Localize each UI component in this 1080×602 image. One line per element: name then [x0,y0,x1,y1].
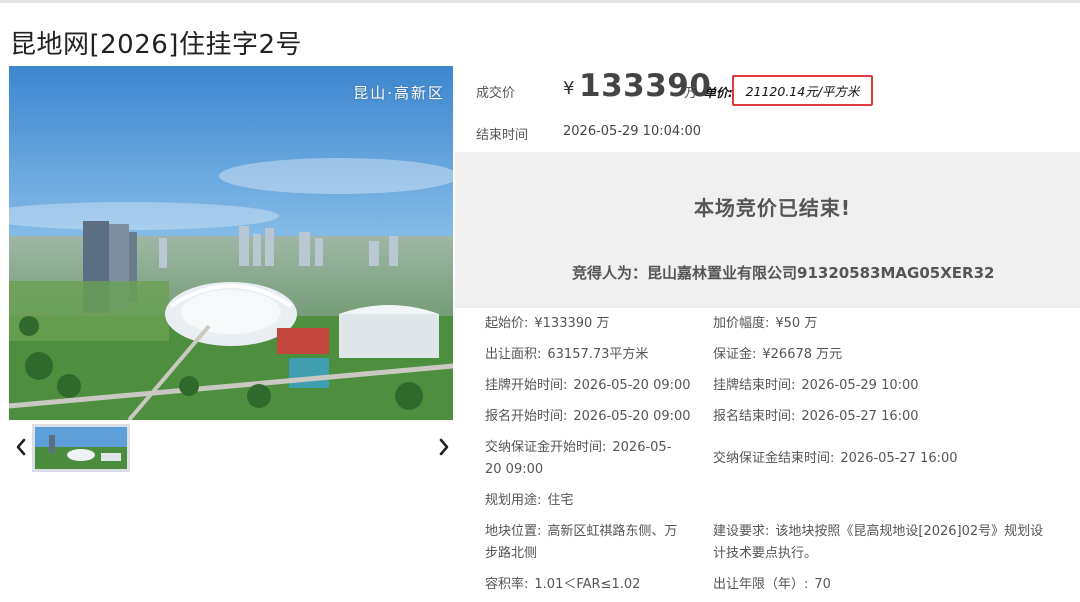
deposit-start-value-line1: 2026-05- [612,440,672,455]
chevron-right-icon [439,438,449,456]
signup-end-row: 报名结束时间: 2026-05-27 16:00 [713,406,919,428]
requirement-row: 建设要求: 该地块按照《昆高规地设[2026]02号》规划设 计技术要点执行。 [713,521,1043,565]
deal-price-unit: 万 [684,86,698,101]
usage-row: 规划用途: 住宅 [485,490,573,512]
start-price-label: 起始价: [485,316,529,331]
deposit-start-label: 交纳保证金开始时间: [485,440,607,455]
deposit-end-value: 2026-05-27 16:00 [840,451,958,466]
increment-value: ¥50 万 [775,316,818,331]
term-row: 出让年限（年）: 70 [713,574,831,596]
listing-start-value: 2026-05-20 09:00 [573,378,691,393]
location-value-line1: 高新区虹祺路东侧、万 [547,524,678,539]
listing-start-label: 挂牌开始时间: [485,378,568,393]
increment-row: 加价幅度: ¥50 万 [713,313,817,335]
deposit-end-row: 交纳保证金结束时间: 2026-05-27 16:00 [713,448,958,470]
auction-result-panel: 本场竞价已结束! 竞得人为：昆山嘉林置业有限公司91320583MAG05XER… [455,152,1080,308]
term-value: 70 [814,577,831,592]
area-value: 63157.73平方米 [547,347,649,362]
listing-start-row: 挂牌开始时间: 2026-05-20 09:00 [485,375,691,397]
thumbnail-image [35,427,127,469]
listing-end-label: 挂牌结束时间: [713,378,796,393]
far-value: 1.01＜FAR≤1.02 [534,577,641,592]
signup-end-label: 报名结束时间: [713,409,796,424]
photo-watermark-text: 昆山·高新区 [353,84,445,102]
top-divider [0,0,1080,3]
increment-label: 加价幅度: [713,316,770,331]
main-photo[interactable]: 昆山·高新区 [9,66,453,420]
far-label: 容积率: [485,577,529,592]
far-row: 容积率: 1.01＜FAR≤1.02 [485,574,640,596]
chevron-left-icon [16,438,26,456]
usage-value: 住宅 [547,493,574,508]
unit-price-label: 单价: [704,86,733,100]
signup-end-value: 2026-05-27 16:00 [801,409,919,424]
requirement-value-line1: 该地块按照《昆高规地设[2026]02号》规划设 [775,524,1044,539]
unit-price-highlight: 21120.14元/平方米 [732,75,873,106]
auction-ended-message: 本场竞价已结束! [693,196,852,220]
usage-label: 规划用途: [485,493,542,508]
unit-price-value: 21120.14元/平方米 [745,84,860,99]
deposit-start-value-line2: 20 09:00 [485,462,544,477]
signup-start-value: 2026-05-20 09:00 [573,409,691,424]
gallery-next-button[interactable] [434,434,454,460]
page-title: 昆地网[2026]住挂字2号 [10,30,302,60]
start-price-value: ¥133390 万 [534,316,610,331]
aerial-city-photo [9,66,453,420]
term-label: 出让年限（年）: [713,577,809,592]
deal-price-label: 成交价 [476,86,516,101]
deposit-start-row: 交纳保证金开始时间: 2026-05- 20 09:00 [485,437,671,481]
requirement-value-line2: 计技术要点执行。 [713,546,818,561]
listing-end-row: 挂牌结束时间: 2026-05-29 10:00 [713,375,919,397]
end-time-value: 2026-05-29 10:04:00 [563,124,702,139]
end-time-label: 结束时间 [476,128,529,143]
winning-bidder: 竞得人为：昆山嘉林置业有限公司91320583MAG05XER32 [572,264,995,282]
gallery-prev-button[interactable] [11,434,31,460]
start-price-row: 起始价: ¥133390 万 [485,313,609,335]
gallery-thumbnail[interactable] [32,424,130,472]
area-label: 出让面积: [485,347,542,362]
listing-end-value: 2026-05-29 10:00 [801,378,919,393]
location-value-line2: 步路北侧 [485,546,538,561]
signup-start-row: 报名开始时间: 2026-05-20 09:00 [485,406,691,428]
requirement-label: 建设要求: [713,524,770,539]
deposit-end-label: 交纳保证金结束时间: [713,451,835,466]
currency-symbol: ¥ [563,78,575,99]
location-label: 地块位置: [485,524,542,539]
deposit-label: 保证金: [713,347,757,362]
location-row: 地块位置: 高新区虹祺路东侧、万 步路北侧 [485,521,677,565]
deposit-value: ¥26678 万元 [762,347,843,362]
signup-start-label: 报名开始时间: [485,409,568,424]
deposit-row: 保证金: ¥26678 万元 [713,344,842,366]
area-row: 出让面积: 63157.73平方米 [485,344,648,366]
